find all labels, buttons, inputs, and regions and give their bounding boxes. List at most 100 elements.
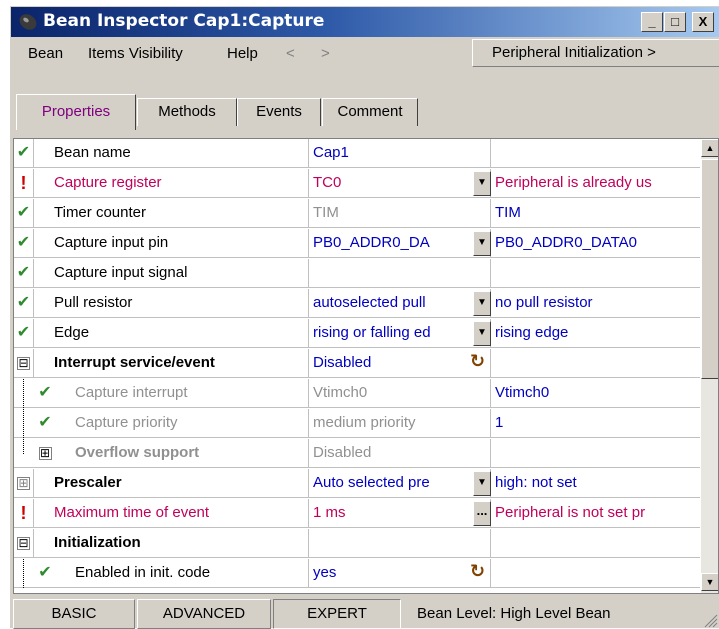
- property-name: Capture input pin: [35, 229, 309, 258]
- bean-app-icon: [19, 14, 37, 30]
- toggle-refresh-icon[interactable]: ↻: [470, 351, 485, 372]
- dropdown-arrow-icon[interactable]: ▼: [473, 321, 491, 346]
- property-row[interactable]: ✔ Bean name Cap1: [14, 139, 700, 168]
- property-row[interactable]: ✔ Edge rising or falling ed ▼ rising edg…: [14, 319, 700, 348]
- property-row[interactable]: ✔ Capture priority medium priority 1: [14, 409, 700, 438]
- property-value: TIM: [310, 199, 491, 228]
- scroll-down-icon[interactable]: ▼: [701, 573, 718, 591]
- property-name: Capture interrupt: [35, 379, 309, 408]
- property-value-input[interactable]: yes: [310, 559, 491, 588]
- basic-level-button[interactable]: BASIC: [13, 599, 135, 629]
- check-icon: ✔: [14, 319, 34, 348]
- property-name: Edge: [35, 319, 309, 348]
- property-info: Vtimch0: [495, 384, 550, 401]
- property-info: [492, 259, 700, 288]
- property-value[interactable]: Disabled: [310, 349, 491, 378]
- property-row[interactable]: ! Maximum time of event 1 ms ... Periphe…: [14, 499, 700, 528]
- check-icon: ✔: [14, 289, 34, 318]
- property-row[interactable]: ✔ Capture input pin PB0_ADDR0_DA ▼ PB0_A…: [14, 229, 700, 258]
- tab-methods[interactable]: Methods: [137, 98, 237, 126]
- tab-events[interactable]: Events: [237, 98, 321, 126]
- tree-connector: [23, 379, 24, 408]
- property-value: Disabled: [310, 439, 491, 468]
- tree-connector: [23, 559, 24, 588]
- dropdown-arrow-icon[interactable]: ▼: [473, 231, 491, 256]
- error-icon: !: [14, 499, 34, 528]
- property-row[interactable]: ✔ Pull resistor autoselected pull ▼ no p…: [14, 289, 700, 318]
- toggle-refresh-icon[interactable]: ↻: [470, 561, 485, 582]
- title-bar[interactable]: Bean Inspector Cap1:Capture _ □ X: [11, 7, 719, 37]
- property-row[interactable]: ✔ Capture interrupt Vtimch0 Vtimch0: [14, 379, 700, 408]
- property-info: [492, 139, 700, 168]
- collapse-icon[interactable]: ⊟: [14, 349, 34, 378]
- property-name: Overflow support: [35, 439, 309, 468]
- property-value[interactable]: [310, 259, 491, 288]
- expert-level-button[interactable]: EXPERT: [273, 599, 401, 629]
- property-name: Enabled in init. code: [35, 559, 309, 588]
- check-icon: ✔: [14, 139, 34, 168]
- maximize-button[interactable]: □: [664, 12, 686, 32]
- menu-help[interactable]: Help: [227, 45, 258, 62]
- menu-items-visibility[interactable]: Items Visibility: [88, 45, 183, 62]
- nav-back-arrow[interactable]: <: [286, 45, 295, 62]
- property-value[interactable]: TC0: [310, 169, 491, 198]
- property-name: Timer counter: [35, 199, 309, 228]
- property-group-row[interactable]: ⊟ Interrupt service/event Disabled ↻: [14, 349, 700, 378]
- tab-events-label: Events: [256, 103, 302, 120]
- property-name: Capture input signal: [35, 259, 309, 288]
- property-name: Capture priority: [35, 409, 309, 438]
- property-row[interactable]: ! Capture register TC0 ▼ Peripheral is a…: [14, 169, 700, 198]
- ellipsis-button[interactable]: ...: [473, 501, 491, 526]
- property-group-row[interactable]: ⊟ Initialization: [14, 529, 700, 558]
- property-row[interactable]: ✔ Enabled in init. code yes ↻: [14, 559, 700, 588]
- property-value: Vtimch0: [310, 379, 491, 408]
- vertical-scrollbar[interactable]: ▲ ▼: [701, 139, 718, 593]
- scrollbar-thumb[interactable]: [701, 159, 718, 379]
- property-group-row[interactable]: ⊞ Prescaler Auto selected pre ▼ high: no…: [14, 469, 700, 498]
- bean-inspector-window: Bean Inspector Cap1:Capture _ □ X Bean I…: [10, 6, 719, 629]
- resize-grip-icon[interactable]: [702, 612, 718, 628]
- scroll-up-icon[interactable]: ▲: [701, 139, 718, 157]
- minimize-button[interactable]: _: [641, 12, 663, 32]
- property-row[interactable]: ✔ Capture input signal: [14, 259, 700, 288]
- property-value[interactable]: rising or falling ed: [310, 319, 491, 348]
- expand-icon[interactable]: ⊞: [14, 469, 34, 498]
- property-group-row[interactable]: ⊞ Overflow support Disabled: [14, 439, 700, 468]
- dropdown-arrow-icon[interactable]: ▼: [473, 171, 491, 196]
- property-name: Prescaler: [35, 469, 309, 498]
- peripheral-initialization-button[interactable]: Peripheral Initialization >: [472, 39, 719, 67]
- property-info: high: not set: [495, 474, 577, 491]
- property-value[interactable]: Auto selected pre: [310, 469, 491, 498]
- property-name: Bean name: [35, 139, 309, 168]
- property-info: no pull resistor: [495, 294, 593, 311]
- property-value[interactable]: PB0_ADDR0_DA: [310, 229, 491, 258]
- property-value[interactable]: 1 ms: [310, 499, 491, 528]
- tree-connector: [23, 409, 24, 438]
- dropdown-arrow-icon[interactable]: ▼: [473, 291, 491, 316]
- tab-methods-label: Methods: [158, 103, 216, 120]
- property-row[interactable]: ✔ Timer counter TIM TIM: [14, 199, 700, 228]
- property-name: Initialization: [35, 529, 309, 558]
- check-icon: ✔: [14, 229, 34, 258]
- tab-properties[interactable]: Properties: [16, 94, 136, 130]
- tab-properties-label: Properties: [41, 103, 111, 120]
- check-icon: ✔: [14, 259, 34, 288]
- property-name: Maximum time of event: [35, 499, 309, 528]
- property-info: 1: [495, 414, 504, 431]
- advanced-level-button[interactable]: ADVANCED: [137, 599, 271, 629]
- property-info: [492, 559, 700, 588]
- property-info: [492, 439, 700, 468]
- property-name: Capture register: [35, 169, 309, 198]
- property-info: Peripheral is not set pr: [495, 504, 646, 521]
- dropdown-arrow-icon[interactable]: ▼: [473, 471, 491, 496]
- collapse-icon[interactable]: ⊟: [14, 529, 34, 558]
- property-info: Peripheral is already us: [495, 174, 652, 191]
- property-value[interactable]: autoselected pull: [310, 289, 491, 318]
- nav-forward-arrow[interactable]: >: [321, 45, 330, 62]
- property-grid: ✔ Bean name Cap1 ! Capture register TC0 …: [13, 138, 719, 594]
- check-icon: ✔: [14, 199, 34, 228]
- close-button[interactable]: X: [692, 12, 714, 32]
- tab-comment[interactable]: Comment: [322, 98, 418, 126]
- property-value[interactable]: Cap1: [310, 139, 491, 168]
- menu-bean[interactable]: Bean: [28, 45, 63, 62]
